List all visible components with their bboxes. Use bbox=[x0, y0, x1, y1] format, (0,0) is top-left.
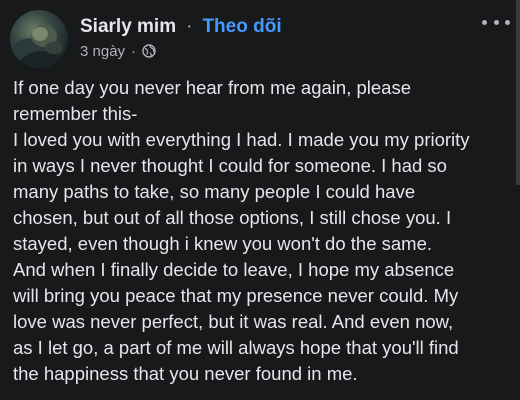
post-body-line: the happiness that you never found in me… bbox=[13, 363, 358, 384]
avatar[interactable] bbox=[10, 10, 68, 68]
follow-button[interactable]: Theo dõi bbox=[202, 16, 281, 38]
post-header: Siarly mim · Theo dõi 3 ngày · bbox=[10, 8, 510, 68]
post-body-line: I loved you with everything I had. I mad… bbox=[13, 129, 470, 150]
author-name[interactable]: Siarly mim bbox=[80, 16, 176, 38]
separator-dot: · bbox=[186, 16, 193, 37]
scrollbar-edge[interactable] bbox=[516, 0, 520, 185]
post-body-line: love was never perfect, but it was real.… bbox=[13, 311, 454, 332]
post-body-line: in ways I never thought I could for some… bbox=[13, 155, 447, 176]
more-options-icon bbox=[482, 19, 487, 25]
post-body-line: And when I finally decide to leave, I ho… bbox=[13, 259, 455, 280]
post-body-line: will bring you peace that my presence ne… bbox=[13, 285, 459, 306]
post-body-line: as I let go, a part of me will always ho… bbox=[13, 337, 459, 358]
post-body: If one day you never hear from me again,… bbox=[13, 75, 513, 387]
post-body-line: If one day you never hear from me again,… bbox=[13, 77, 411, 98]
post-body-line: many paths to take, so many people I cou… bbox=[13, 181, 416, 202]
globe-icon[interactable] bbox=[142, 44, 156, 58]
avatar-image bbox=[10, 25, 68, 68]
post-timestamp[interactable]: 3 ngày bbox=[80, 43, 125, 60]
post-body-line: remember this- bbox=[13, 103, 138, 124]
more-options-dot bbox=[505, 19, 510, 25]
more-options-dot bbox=[493, 19, 499, 25]
meta-separator: · bbox=[131, 42, 137, 60]
post-body-line: stayed, even though i knew you won't do … bbox=[13, 233, 433, 254]
author-line: Siarly mim · Theo dõi bbox=[80, 14, 282, 40]
more-options-button[interactable] bbox=[482, 12, 510, 32]
post-meta: 3 ngày · bbox=[80, 40, 156, 62]
post-body-line: chosen, but out of all those options, I … bbox=[13, 207, 452, 228]
